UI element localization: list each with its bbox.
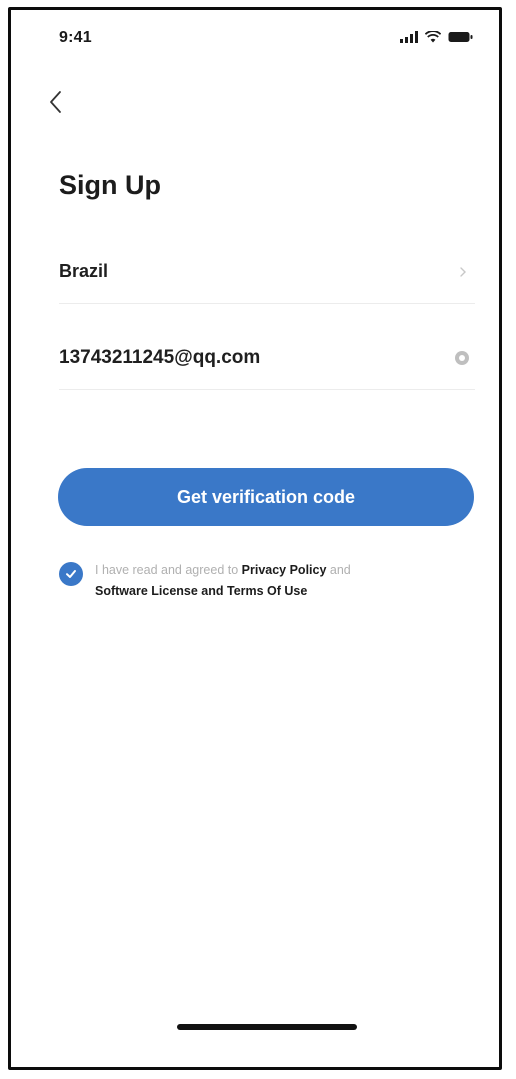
home-indicator — [177, 1024, 357, 1030]
country-value: Brazil — [59, 261, 109, 281]
account-field[interactable] — [59, 326, 475, 390]
signal-icon — [400, 30, 418, 48]
back-button[interactable] — [41, 90, 69, 118]
agreement-prefix: I have read and agreed to — [95, 563, 242, 577]
clear-icon[interactable] — [453, 349, 471, 367]
agreement-text: I have read and agreed to Privacy Policy… — [95, 560, 455, 602]
software-license-link[interactable]: Software License and Terms Of Use — [95, 584, 307, 598]
status-bar: 9:41 — [11, 10, 499, 70]
agree-checkbox[interactable] — [59, 562, 83, 586]
privacy-policy-link[interactable]: Privacy Policy — [242, 563, 327, 577]
status-time: 9:41 — [59, 29, 92, 46]
chevron-left-icon — [48, 90, 62, 119]
page-title: Sign Up — [59, 170, 161, 200]
agreement-conjunction: and — [326, 563, 351, 577]
chevron-right-icon — [457, 266, 469, 278]
status-icons — [400, 30, 473, 48]
battery-icon — [448, 30, 473, 48]
phone-screen: 9:41 Sign Up Brazil 13743211245@qq.com G… — [8, 7, 502, 1070]
check-icon — [66, 570, 76, 578]
get-verification-code-button[interactable]: Get verification code — [58, 468, 474, 526]
email-input[interactable] — [59, 346, 419, 369]
country-selector[interactable]: Brazil — [59, 240, 475, 304]
wifi-icon — [424, 30, 442, 48]
